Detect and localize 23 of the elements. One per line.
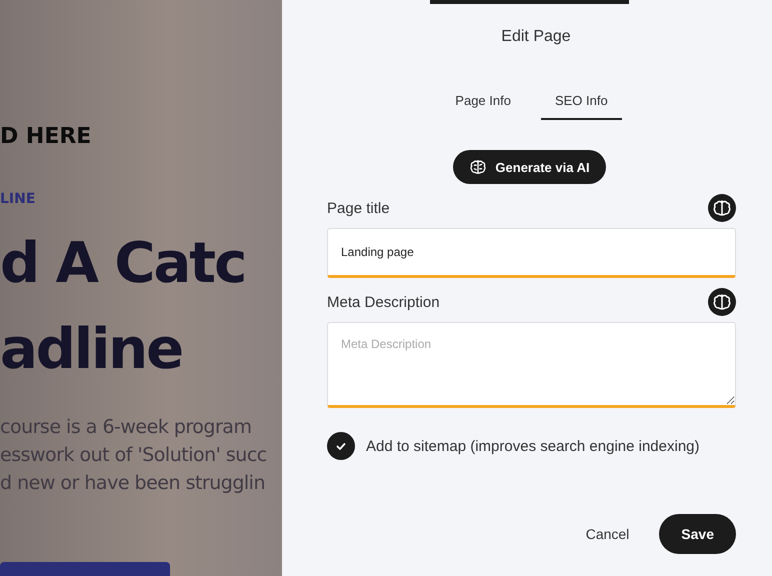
checkbox-label: Add to sitemap (improves search engine indexing)	[366, 438, 700, 454]
headline-text: d A Catc	[0, 230, 246, 298]
page-title-field[interactable]: Landing page	[327, 228, 736, 278]
field-label: Page title	[327, 200, 390, 216]
paragraph-text: course is a 6-week program	[0, 415, 252, 440]
headline-text: adline	[0, 316, 182, 384]
brain-icon	[469, 158, 488, 176]
checkbox[interactable]	[327, 432, 355, 460]
tab[interactable]: SEO Info	[540, 89, 622, 120]
brain-icon[interactable]	[708, 288, 736, 316]
tab[interactable]: Page Info	[441, 89, 525, 120]
panel-title: Edit Page	[501, 28, 571, 46]
eyebrow-text: LINE	[0, 191, 36, 207]
brain-icon[interactable]	[708, 194, 736, 222]
meta-description-field[interactable]: Meta Description	[327, 322, 736, 408]
paragraph-text: d new or have been strugglin	[0, 471, 265, 496]
save-button[interactable]: Save	[659, 514, 736, 554]
checkmark-icon	[335, 440, 347, 452]
field-label: Meta Description	[327, 294, 440, 310]
cancel-button[interactable]: Cancel	[580, 525, 636, 543]
logo-text: D HERE	[0, 124, 92, 149]
paragraph-text: esswork out of 'Solution' succ	[0, 443, 267, 468]
generate-ai-button[interactable]: Generate via AI	[453, 150, 606, 184]
